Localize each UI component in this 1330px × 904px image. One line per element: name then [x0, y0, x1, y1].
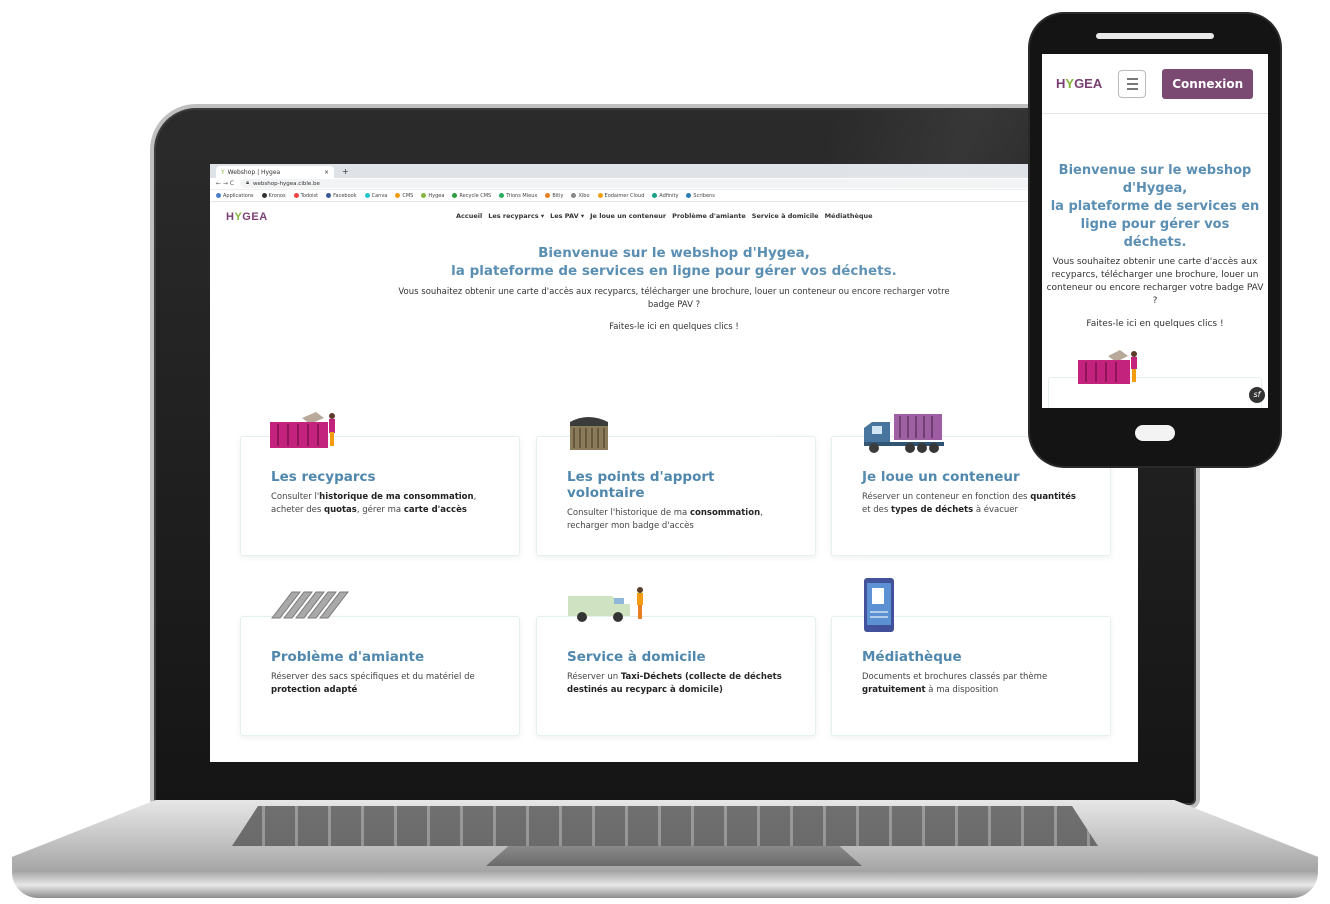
- hero: Bienvenue sur le webshop d'Hygea, la pla…: [210, 244, 1138, 332]
- nav-conteneur[interactable]: Je loue un conteneur: [590, 212, 666, 220]
- nav-buttons[interactable]: ← → C: [216, 180, 234, 187]
- nav-accueil[interactable]: Accueil: [456, 212, 482, 220]
- phone-hero-text: Vous souhaitez obtenir une carte d'accès…: [1046, 257, 1264, 306]
- browser-tab-strip: Y Webshop | Hygea × +: [210, 164, 1138, 178]
- laptop-trackpad: [486, 846, 862, 866]
- browser-tab[interactable]: Y Webshop | Hygea ×: [216, 166, 334, 178]
- phone-container-icon: [1078, 350, 1137, 384]
- truck-icon: [864, 414, 944, 453]
- laptop-base-front: [12, 872, 1318, 898]
- symfony-badge-icon[interactable]: sf: [1249, 387, 1265, 403]
- bookmark-item[interactable]: Bitly: [545, 192, 563, 199]
- address-bar[interactable]: 🔒︎ webshop-hygea.cible.be: [240, 179, 1132, 188]
- brochure-phone-icon: [864, 578, 894, 632]
- card-amiante[interactable]: Problème d'amiante Réserver des sacs spé…: [240, 616, 520, 736]
- laptop-screen: Y Webshop | Hygea × + ← → C 🔒︎ webshop-h…: [210, 164, 1138, 762]
- new-tab-icon[interactable]: +: [342, 166, 349, 178]
- nav-pav[interactable]: Les PAV ▾: [550, 212, 584, 220]
- bookmark-item[interactable]: Xibo: [571, 192, 590, 199]
- card-domicile[interactable]: Service à domicile Réserver un Taxi-Déch…: [536, 616, 816, 736]
- nav-amiante[interactable]: Problème d'amiante: [672, 212, 746, 220]
- hero-cta: Faites-le ici en quelques clics !: [609, 322, 739, 332]
- phone-screen: HYGEA Connexion Bienvenue sur le webshop…: [1042, 54, 1268, 408]
- phone-header: HYGEA Connexion: [1042, 54, 1268, 114]
- hygea-logo[interactable]: HYGEA: [226, 211, 268, 223]
- browser-tab-title: Webshop | Hygea: [227, 168, 281, 176]
- bookmark-item[interactable]: CMS: [395, 192, 413, 199]
- bookmark-item[interactable]: Canva: [364, 192, 387, 199]
- phone-speaker: [1096, 33, 1214, 39]
- bookmark-item[interactable]: Trions Mieux: [499, 192, 537, 199]
- phone-hygea-logo[interactable]: HYGEA: [1056, 76, 1102, 91]
- nav-mediatheque[interactable]: Médiathèque: [825, 212, 873, 220]
- hero-text: Vous souhaitez obtenir une carte d'accès…: [398, 287, 950, 310]
- url-text: webshop-hygea.cible.be: [253, 180, 320, 187]
- bookmark-item[interactable]: Hygea: [421, 192, 444, 199]
- browser-toolbar: ← → C 🔒︎ webshop-hygea.cible.be: [210, 178, 1138, 190]
- bookmark-item[interactable]: Scribens: [686, 192, 715, 199]
- hamburger-icon[interactable]: [1118, 69, 1147, 98]
- phone-hero-title: Bienvenue sur le webshop d'Hygea, la pla…: [1050, 163, 1260, 250]
- card-mediatheque[interactable]: Médiathèque Documents et brochures class…: [831, 616, 1111, 736]
- bookmark-item[interactable]: Applications: [216, 192, 254, 199]
- tab-close-icon[interactable]: ×: [324, 169, 329, 176]
- bookmark-item[interactable]: Eodaimer Cloud: [597, 192, 644, 199]
- bookmark-item[interactable]: Kronos: [261, 192, 286, 199]
- bookmark-item[interactable]: Todoist: [293, 192, 318, 199]
- asbestos-sheets-icon: [270, 591, 350, 619]
- phone-home-button[interactable]: [1135, 425, 1175, 441]
- bookmark-item[interactable]: Adfinity: [652, 192, 678, 199]
- nav-recyparcs[interactable]: Les recyparcs ▾: [488, 212, 544, 220]
- bookmarks-bar: Applications Kronos Todoist Facebook Can…: [210, 190, 1138, 202]
- van-icon: [568, 587, 643, 622]
- bookmark-item[interactable]: Recycle CMS: [452, 192, 491, 199]
- nav-domicile[interactable]: Service à domicile: [752, 212, 819, 220]
- lock-icon: 🔒︎: [246, 180, 249, 186]
- container-icon: [270, 412, 335, 448]
- bookmark-item[interactable]: Facebook: [326, 192, 357, 199]
- hero-title: Bienvenue sur le webshop d'Hygea, la pla…: [451, 245, 897, 279]
- phone-hero-cta: Faites-le ici en quelques clics !: [1086, 319, 1224, 329]
- card-recyparcs[interactable]: Les recyparcs Consulter l'historique de …: [240, 436, 520, 556]
- laptop-keyboard: [232, 806, 1098, 846]
- site-nav: Accueil Les recyparcs ▾ Les PAV ▾ Je lou…: [456, 212, 873, 220]
- favicon-icon: Y: [221, 168, 225, 176]
- card-pav[interactable]: Les points d'apport volontaire Consulter…: [536, 436, 816, 556]
- pav-bin-icon: [570, 417, 608, 450]
- login-button[interactable]: Connexion: [1162, 68, 1254, 99]
- site-header: HYGEA Accueil Les recyparcs ▾ Les PAV ▾ …: [210, 202, 1138, 232]
